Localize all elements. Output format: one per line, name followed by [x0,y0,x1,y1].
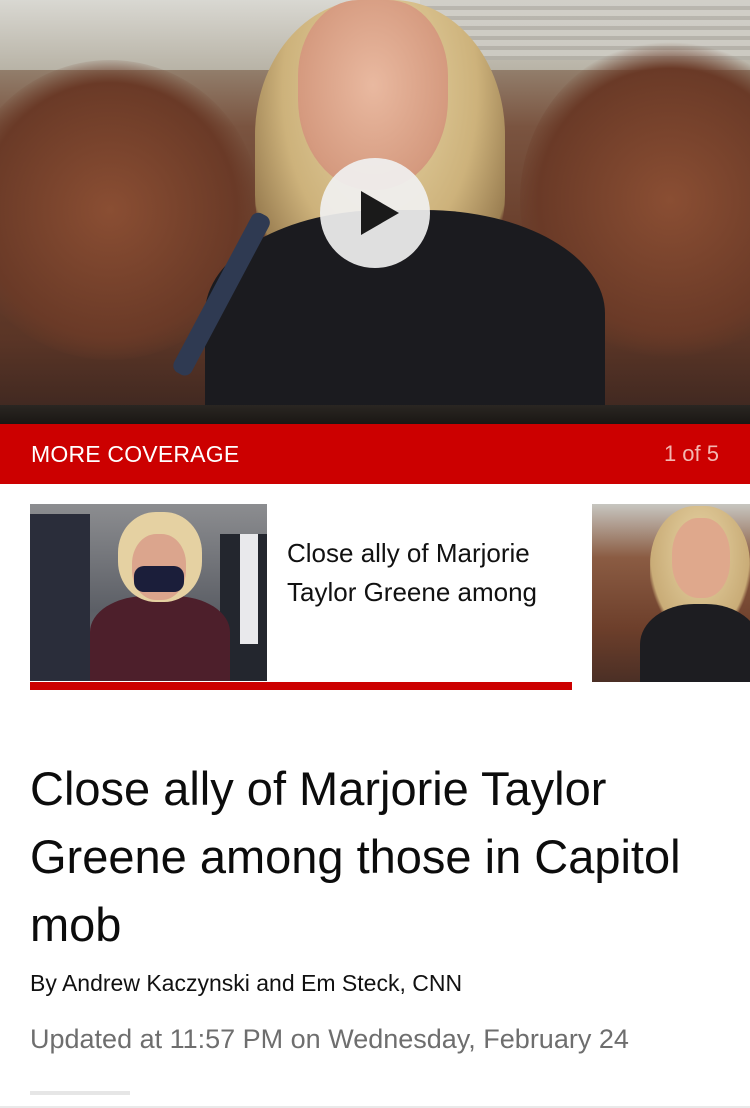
thumbnail-subject-face [672,518,730,598]
article-timestamp: Updated at 11:57 PM on Wednesday, Februa… [30,1024,629,1054]
article-headline: Close ally of Marjorie Taylor Greene amo… [30,762,681,951]
divider [30,1091,130,1095]
card-thumbnail [30,504,267,681]
more-coverage-label: MORE COVERAGE [31,440,240,467]
coverage-carousel[interactable]: Close ally of Marjorie Taylor Greene amo… [0,484,750,704]
carousel-card-next[interactable] [592,504,750,682]
active-card-indicator [30,682,572,690]
thumbnail-figure [240,534,258,644]
podium [0,405,750,424]
play-icon [361,191,399,235]
play-button[interactable] [320,158,430,268]
coverage-counter: 1 of 5 [663,441,719,466]
thumbnail-figure [30,514,90,681]
carousel-card-active[interactable]: Close ally of Marjorie Taylor Greene amo… [30,504,572,690]
card-title: Close ally of Marjorie Taylor Greene amo… [287,538,538,607]
thumbnail-mask [134,566,184,592]
hero-video[interactable] [0,0,750,424]
more-coverage-bar: MORE COVERAGE 1 of 5 [0,424,750,484]
thumbnail-subject-body [90,596,230,681]
article-byline: By Andrew Kaczynski and Em Steck, CNN [30,970,463,996]
thumbnail-subject-body [640,604,750,682]
